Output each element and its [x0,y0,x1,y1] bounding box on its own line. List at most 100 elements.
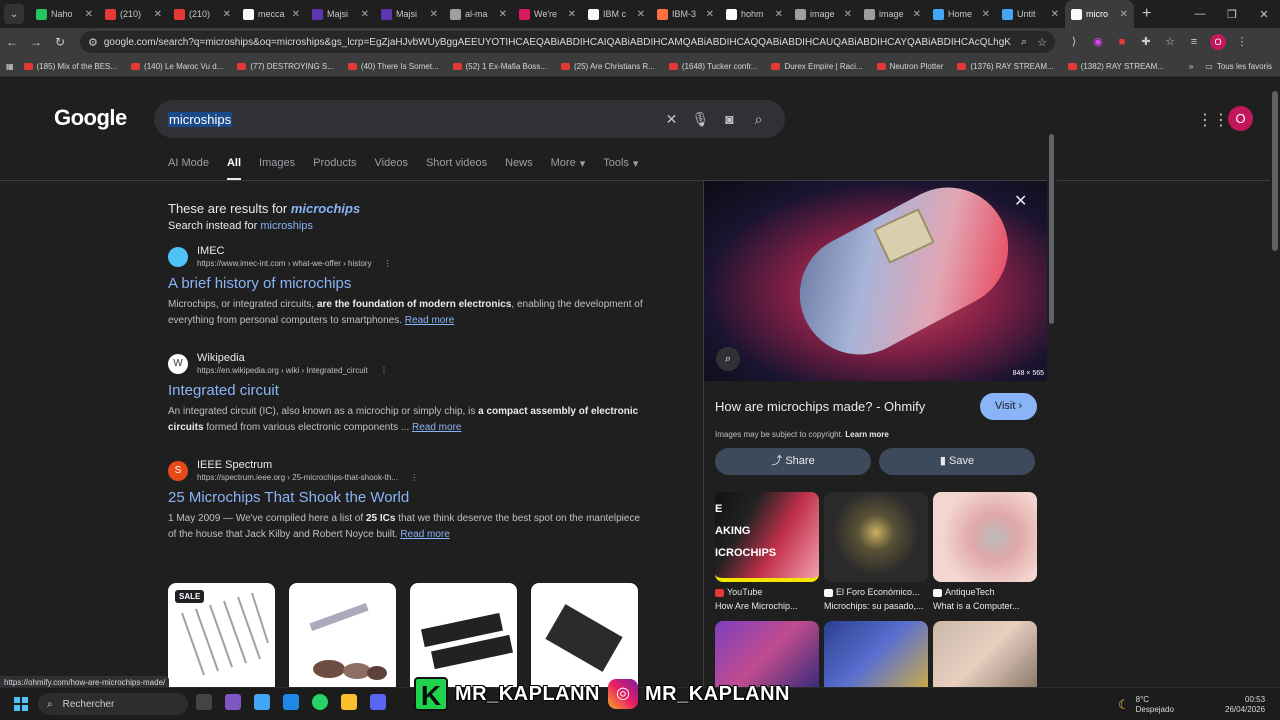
all-bookmarks[interactable]: » ▭ Tous les favoris [1189,56,1272,77]
search-tab[interactable]: Products [313,157,356,181]
apps-icon[interactable]: ▦ [6,62,14,71]
browser-tab[interactable]: mecca ✕ [237,2,306,26]
result-title-link[interactable]: A brief history of microchips [168,275,648,292]
whatsapp-icon[interactable] [312,694,328,710]
more-options-icon[interactable]: ⋮ [380,366,388,375]
extension-icon[interactable]: ■ [1110,32,1134,52]
tab-close-icon[interactable]: ✕ [775,9,783,20]
browser-tab[interactable]: Majsi ✕ [375,2,444,26]
related-image-caption[interactable]: Microchips: su pasado,... [824,601,928,611]
more-bookmarks-icon[interactable]: » [1189,62,1193,71]
bookmark-item[interactable]: Neutron Plotter [876,62,943,71]
preview-title[interactable]: How are microchips made? - Ohmify [715,399,925,414]
browser-tab[interactable]: We're ✕ [513,2,582,26]
bookmark-item[interactable]: (1376) RAY STREAM... [957,62,1054,71]
extensions-puzzle-icon[interactable]: ✚ [1134,32,1158,52]
search-tab[interactable]: Short videos [426,157,487,181]
task-view-icon[interactable] [196,694,212,710]
restore-icon[interactable]: ❐ [1216,8,1248,21]
tab-close-icon[interactable]: ✕ [154,9,162,20]
clear-icon[interactable]: ✕ [657,111,686,128]
weather-widget[interactable]: ☾ 8°C Despejado [1118,695,1174,715]
read-more-link[interactable]: Read more [405,315,454,326]
browser-tab[interactable]: micro ✕ [1065,0,1134,28]
bookmark-item[interactable]: (185) Mix of the BES... [23,62,117,71]
microphone-icon[interactable]: 🎙 [686,111,715,128]
close-window-icon[interactable]: ✕ [1248,8,1280,21]
related-image-thumbnail[interactable] [933,621,1037,687]
folder-icon[interactable] [341,694,357,710]
page-scrollbar[interactable] [1270,77,1280,687]
browser-tab[interactable]: hohm ✕ [720,2,789,26]
google-logo[interactable]: Google [54,105,127,131]
related-image-thumbnail[interactable] [824,492,928,582]
product-card[interactable] [410,583,517,687]
media-icon[interactable]: ≡ [1182,32,1206,52]
clock[interactable]: 00:53 26/04/2026 [1225,695,1265,715]
site-info-icon[interactable]: ⚙ [88,36,98,49]
minimize-icon[interactable]: — [1184,8,1216,20]
browser-tab[interactable]: (210) ✕ [168,2,237,26]
tab-close-icon[interactable]: ✕ [1051,9,1059,20]
extension-icon[interactable]: ⟩ [1062,32,1086,52]
camera-icon[interactable]: ◙ [715,111,744,127]
search-tab[interactable]: AI Mode [168,157,209,181]
related-image-thumbnail[interactable] [933,492,1037,582]
more-options-icon[interactable]: ⋮ [410,473,418,482]
search-query[interactable]: microships [168,111,233,127]
product-card[interactable] [289,583,396,687]
reading-list-icon[interactable]: ☆ [1158,32,1182,52]
browser-tab[interactable]: Home ✕ [927,2,996,26]
forward-icon[interactable]: → [24,35,48,49]
related-image-source[interactable]: El Foro Económico... [824,587,920,597]
corrected-term[interactable]: microchips [291,201,360,216]
browser-tab[interactable]: IBM c ✕ [582,2,651,26]
search-icon[interactable]: ⌕ [744,111,773,128]
bookmark-item[interactable]: (40) There Is Somet... [347,62,439,71]
tab-close-icon[interactable]: ✕ [223,9,231,20]
app-icon[interactable] [254,694,270,710]
address-bar[interactable]: ⚙ google.com/search?q=microships&oq=micr… [80,31,1055,53]
related-image-source[interactable]: AntiqueTech [933,587,995,597]
tab-close-icon[interactable]: ✕ [1120,9,1128,20]
read-more-link[interactable]: Read more [412,422,461,433]
back-icon[interactable]: ← [0,35,24,49]
lens-icon[interactable]: ⌕ [716,347,740,371]
search-tab[interactable]: Videos [375,157,408,181]
search-tab[interactable]: All [226,157,242,181]
learn-more-link[interactable]: Learn more [845,430,889,439]
save-button[interactable]: ▮ Save [879,448,1035,475]
browser-tab[interactable]: image ✕ [858,2,927,26]
tab-close-icon[interactable]: ✕ [85,9,93,20]
reload-icon[interactable]: ↻ [48,35,72,49]
bookmark-item[interactable]: (25) Are Christians R... [560,62,655,71]
tab-close-icon[interactable]: ✕ [913,9,921,20]
visit-button[interactable]: Visit › [980,393,1037,420]
google-apps-icon[interactable]: ⋮⋮ [1197,110,1229,130]
search-tab[interactable]: News [505,157,533,181]
extension-icon[interactable]: ◉ [1086,32,1110,52]
search-tab[interactable]: Tools [603,157,629,181]
preview-image[interactable]: ⌕ 848 × 565 [704,181,1048,381]
tab-close-icon[interactable]: ✕ [568,9,576,20]
edge-icon[interactable] [283,694,299,710]
result-header[interactable]: W Wikipedia https://en.wikipedia.org › wik… [168,352,648,375]
read-more-link[interactable]: Read more [400,529,449,540]
result-title-link[interactable]: Integrated circuit [168,382,648,399]
discord-icon[interactable] [370,694,386,710]
browser-tab[interactable]: al-ma ✕ [444,2,513,26]
related-image-caption[interactable]: What is a Computer... [933,601,1037,611]
bookmark-item[interactable]: (77) DESTROYING S... [237,62,334,71]
product-card[interactable]: SALE [168,583,275,687]
google-profile-avatar[interactable]: O [1228,106,1253,131]
bookmark-item[interactable]: (1382) RAY STREAM... [1067,62,1164,71]
bookmark-item[interactable]: (140) Le Maroc Vu d... [131,62,223,71]
tab-close-icon[interactable]: ✕ [292,9,300,20]
browser-tab[interactable]: (210) ✕ [99,2,168,26]
search-tab[interactable]: More [551,157,576,181]
browser-tab[interactable]: IBM-3 ✕ [651,2,720,26]
copilot-icon[interactable] [225,694,241,710]
bookmark-item[interactable]: (1648) Tucker confr... [668,62,757,71]
bookmark-item[interactable]: (52) 1 Ex-Mafia Boss... [452,62,547,71]
tab-close-icon[interactable]: ✕ [430,9,438,20]
